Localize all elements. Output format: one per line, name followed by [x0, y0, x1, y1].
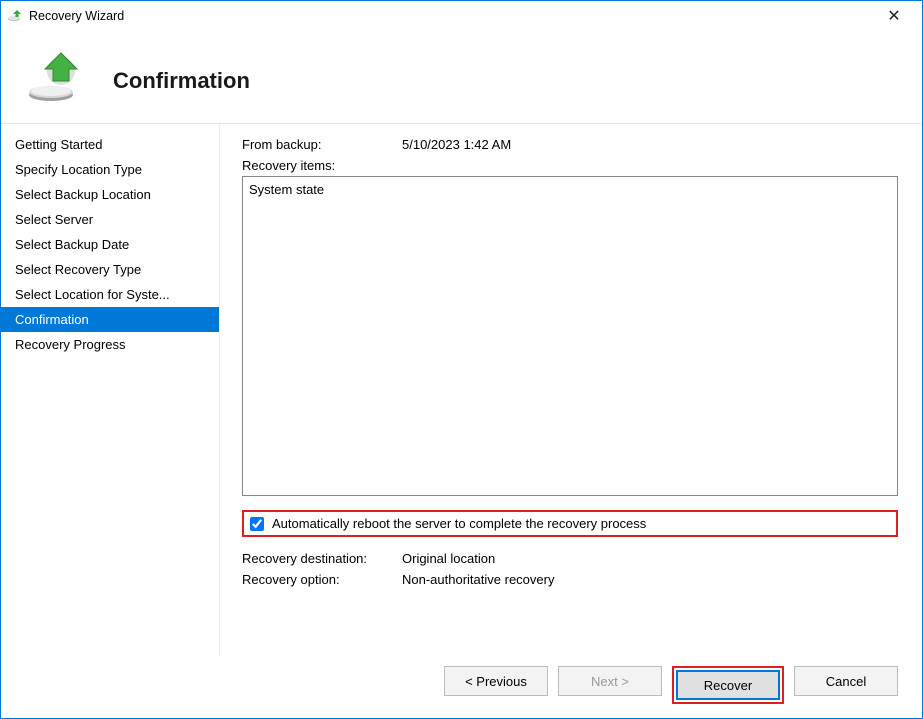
step-select-recovery-type[interactable]: Select Recovery Type [1, 257, 219, 282]
step-recovery-progress[interactable]: Recovery Progress [1, 332, 219, 357]
wizard-body: Getting Started Specify Location Type Se… [1, 123, 922, 656]
wizard-window: Recovery Wizard ✕ Confirmation Getting S… [0, 0, 923, 719]
recovery-destination-label: Recovery destination: [242, 551, 402, 566]
recovery-option-label: Recovery option: [242, 572, 402, 587]
reboot-checkbox[interactable] [250, 517, 264, 531]
step-select-backup-location[interactable]: Select Backup Location [1, 182, 219, 207]
previous-button[interactable]: < Previous [444, 666, 548, 696]
recovery-icon [25, 45, 89, 109]
wizard-footer: < Previous Next > Recover Cancel [1, 656, 922, 718]
recovery-items-label: Recovery items: [242, 158, 898, 173]
recovery-destination-value: Original location [402, 551, 495, 566]
wizard-steps-sidebar: Getting Started Specify Location Type Se… [1, 124, 219, 656]
app-icon [7, 8, 23, 24]
step-select-server[interactable]: Select Server [1, 207, 219, 232]
step-select-backup-date[interactable]: Select Backup Date [1, 232, 219, 257]
window-title: Recovery Wizard [29, 9, 872, 23]
reboot-checkbox-label-wrap: Automatically reboot the server to compl… [250, 516, 888, 531]
from-backup-label: From backup: [242, 137, 402, 152]
wizard-main-panel: From backup: 5/10/2023 1:42 AM Recovery … [219, 124, 922, 656]
next-button: Next > [558, 666, 662, 696]
recovery-items-listbox: System state [242, 176, 898, 496]
recover-button[interactable]: Recover [676, 670, 780, 700]
reboot-checkbox-text: Automatically reboot the server to compl… [272, 516, 646, 531]
reboot-checkbox-row: Automatically reboot the server to compl… [242, 510, 898, 537]
page-title: Confirmation [113, 68, 250, 94]
step-select-location-system[interactable]: Select Location for Syste... [1, 282, 219, 307]
step-specify-location-type[interactable]: Specify Location Type [1, 157, 219, 182]
cancel-button[interactable]: Cancel [794, 666, 898, 696]
step-getting-started[interactable]: Getting Started [1, 132, 219, 157]
from-backup-value: 5/10/2023 1:42 AM [402, 137, 511, 152]
wizard-header: Confirmation [1, 31, 922, 123]
titlebar: Recovery Wizard ✕ [1, 1, 922, 31]
recovery-item: System state [249, 182, 891, 197]
close-button[interactable]: ✕ [872, 2, 916, 30]
recovery-option-value: Non-authoritative recovery [402, 572, 554, 587]
step-confirmation[interactable]: Confirmation [1, 307, 219, 332]
recover-button-highlight: Recover [672, 666, 784, 704]
